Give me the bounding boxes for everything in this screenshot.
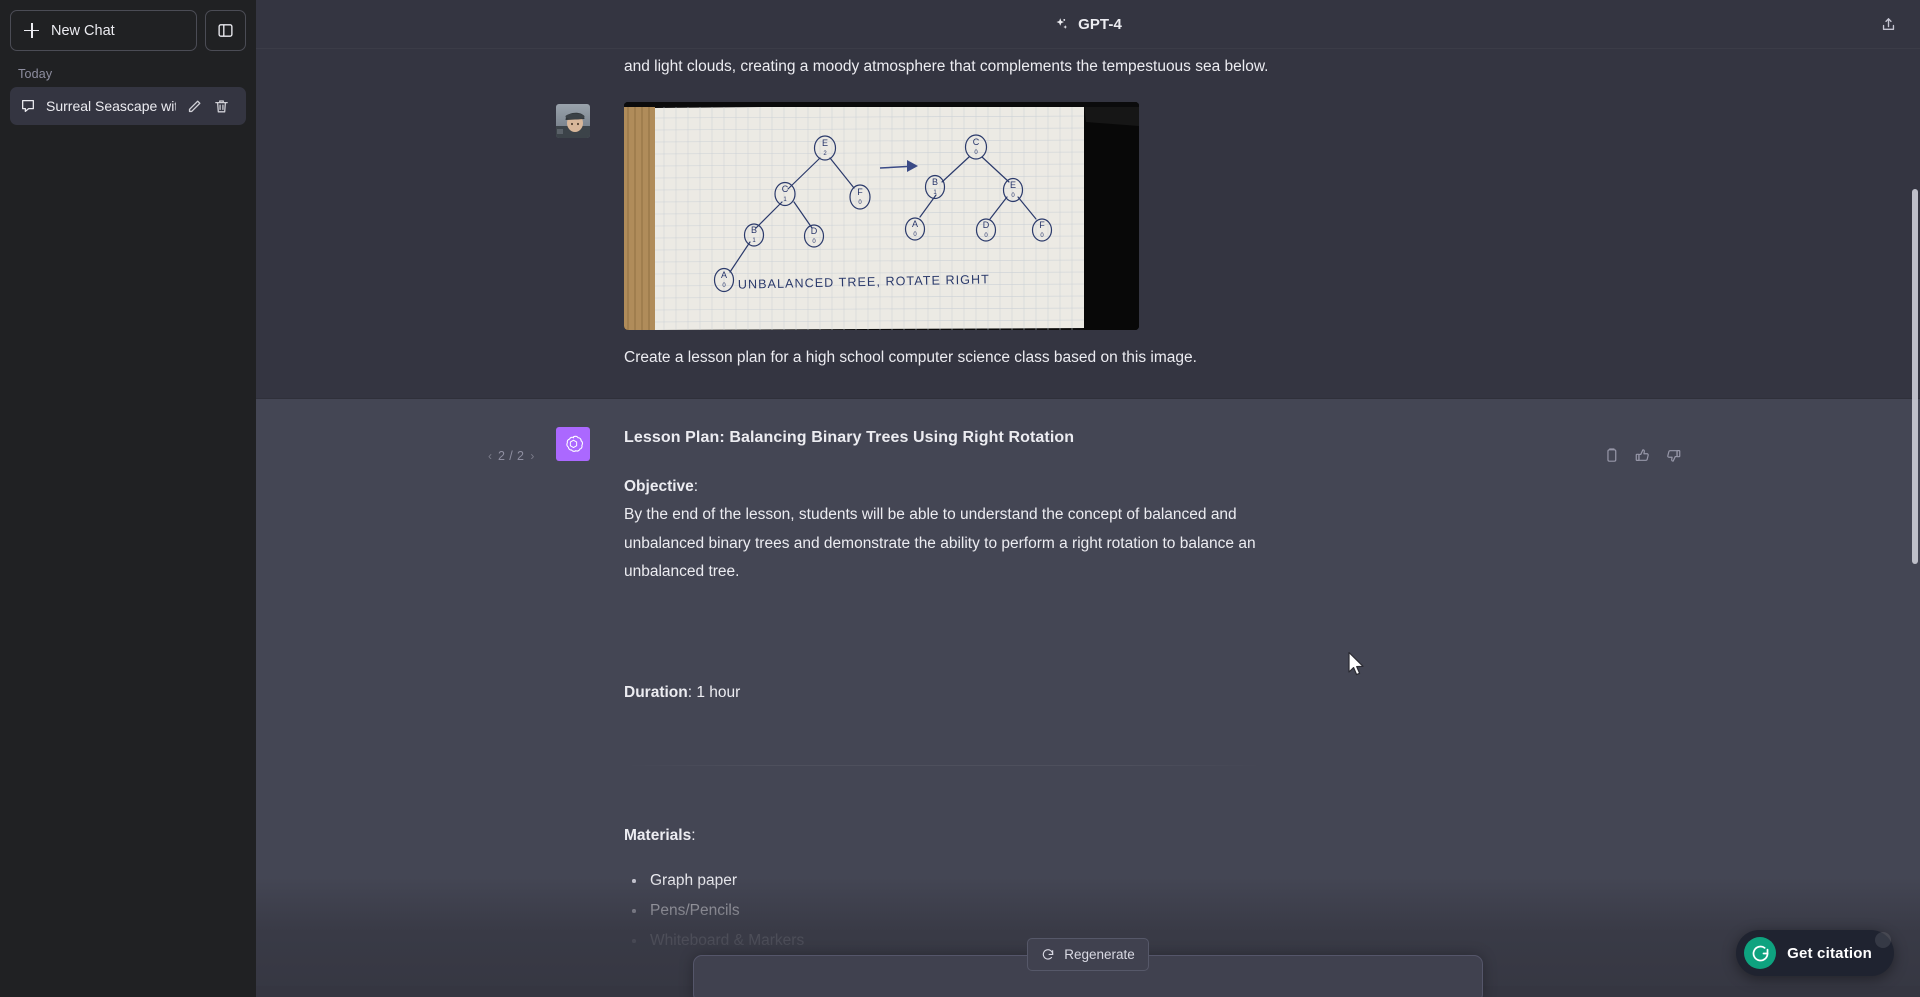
sparkles-icon xyxy=(1056,17,1068,29)
objective-heading: Objective: xyxy=(624,478,699,495)
svg-text:E: E xyxy=(1010,180,1016,190)
regenerate-row: Regenerate xyxy=(256,938,1920,971)
svg-text:B: B xyxy=(932,177,938,187)
svg-text:B: B xyxy=(751,225,757,235)
sidebar-chat-title: Surreal Seascape with L xyxy=(46,98,176,114)
svg-text:D: D xyxy=(983,220,990,230)
scrollbar-thumb[interactable] xyxy=(1912,189,1918,564)
refresh-icon xyxy=(1043,948,1054,960)
duration-label: Duration xyxy=(624,683,688,701)
svg-text:E: E xyxy=(822,138,828,148)
gutter xyxy=(488,53,624,82)
sidebar-section-label: Today xyxy=(18,67,53,81)
gutter-user xyxy=(488,102,624,373)
citation-badge xyxy=(1875,932,1891,948)
thumbs-down-icon[interactable] xyxy=(1665,447,1682,464)
pencil-icon[interactable] xyxy=(186,98,203,115)
new-chat-label: New Chat xyxy=(51,22,115,39)
materials-label: Materials xyxy=(624,826,692,844)
regenerate-label: Regenerate xyxy=(1064,947,1135,962)
g-glyph xyxy=(1752,945,1768,961)
model-label: GPT-4 xyxy=(1078,15,1122,33)
section-divider xyxy=(624,764,1264,766)
pager-next-button[interactable]: › xyxy=(530,450,534,462)
duration-value: 1 hour xyxy=(696,683,741,701)
attached-image[interactable]: E2 C1 F0 B1 D0 A0 C 0 B 1 E 0 A 0 D 0 F … xyxy=(624,101,1139,330)
user-prompt-text: Create a lesson plan for a high school c… xyxy=(624,348,1197,366)
duration-line: Duration: 1 hour xyxy=(624,683,741,701)
grammarly-g-icon xyxy=(1744,937,1777,969)
svg-text:D: D xyxy=(811,226,818,236)
response-pager: ‹ 2 / 2 › xyxy=(488,449,534,463)
regenerate-button[interactable]: Regenerate xyxy=(1027,938,1149,971)
sidebar-panel-icon xyxy=(218,24,233,37)
sidebar-toggle-button[interactable] xyxy=(205,10,246,51)
list-item: Pens/Pencils xyxy=(624,896,1538,926)
turn-previous-tail: and light clouds, creating a moody atmos… xyxy=(256,49,1920,88)
chat-bubble-icon xyxy=(22,100,34,112)
objective-label: Objective xyxy=(624,478,694,495)
sidebar: New Chat Today Surreal Seascape with L xyxy=(0,0,256,997)
share-button[interactable] xyxy=(1873,9,1903,39)
new-chat-button[interactable]: New Chat xyxy=(10,10,197,51)
trash-icon[interactable] xyxy=(213,98,230,115)
copy-icon[interactable] xyxy=(1603,447,1620,464)
conversation-scroll-area[interactable]: and light clouds, creating a moody atmos… xyxy=(256,49,1920,997)
plus-icon xyxy=(24,23,39,38)
pager-prev-button[interactable]: ‹ xyxy=(488,450,492,462)
objective-text: By the end of the lesson, students will … xyxy=(624,506,1256,580)
response-title: Lesson Plan: Balancing Binary Trees Usin… xyxy=(624,429,1075,446)
share-upload-icon xyxy=(1882,17,1894,30)
list-item: Graph paper xyxy=(624,866,1538,896)
avatar xyxy=(556,427,590,461)
turn-user: E2 C1 F0 B1 D0 A0 C 0 B 1 E 0 A 0 D 0 F … xyxy=(256,87,1920,398)
model-selector[interactable]: GPT-4 xyxy=(1054,16,1122,33)
sidebar-chat-item[interactable]: Surreal Seascape with L xyxy=(10,87,246,125)
sidebar-top-controls: New Chat xyxy=(10,10,246,51)
get-citation-widget[interactable]: Get citation xyxy=(1736,930,1894,976)
pager-count: 2 / 2 xyxy=(498,449,525,463)
svg-text:A: A xyxy=(912,219,918,229)
svg-text:F: F xyxy=(857,187,863,197)
svg-text:C: C xyxy=(782,184,789,194)
previous-message-text: and light clouds, creating a moody atmos… xyxy=(624,58,1269,75)
avatar xyxy=(556,103,590,138)
thumbs-up-icon[interactable] xyxy=(1634,447,1651,464)
get-citation-label: Get citation xyxy=(1787,944,1872,962)
turn-assistant: ‹ 2 / 2 › Lesson Plan: Balancing Binary … xyxy=(256,398,1920,986)
top-header: GPT-4 xyxy=(256,0,1920,49)
materials-heading: Materials: xyxy=(624,826,696,844)
svg-text:F: F xyxy=(1039,220,1045,230)
chatgpt-window: New Chat Today Surreal Seascape with L xyxy=(0,0,1920,997)
openai-logo-icon xyxy=(565,435,583,452)
binary-tree-photo: E2 C1 F0 B1 D0 A0 C0 B1 E0 A0 D0 F0 UNBA… xyxy=(624,101,1139,330)
main-panel: GPT-4 and light clouds, creating a moody… xyxy=(256,0,1920,997)
message-actions xyxy=(1603,447,1682,464)
svg-text:C: C xyxy=(973,137,980,147)
gutter-assistant: ‹ 2 / 2 › xyxy=(488,425,624,956)
svg-text:A: A xyxy=(721,270,727,280)
user-photo-avatar xyxy=(556,103,590,138)
scrollbar-track[interactable] xyxy=(1911,49,1919,997)
